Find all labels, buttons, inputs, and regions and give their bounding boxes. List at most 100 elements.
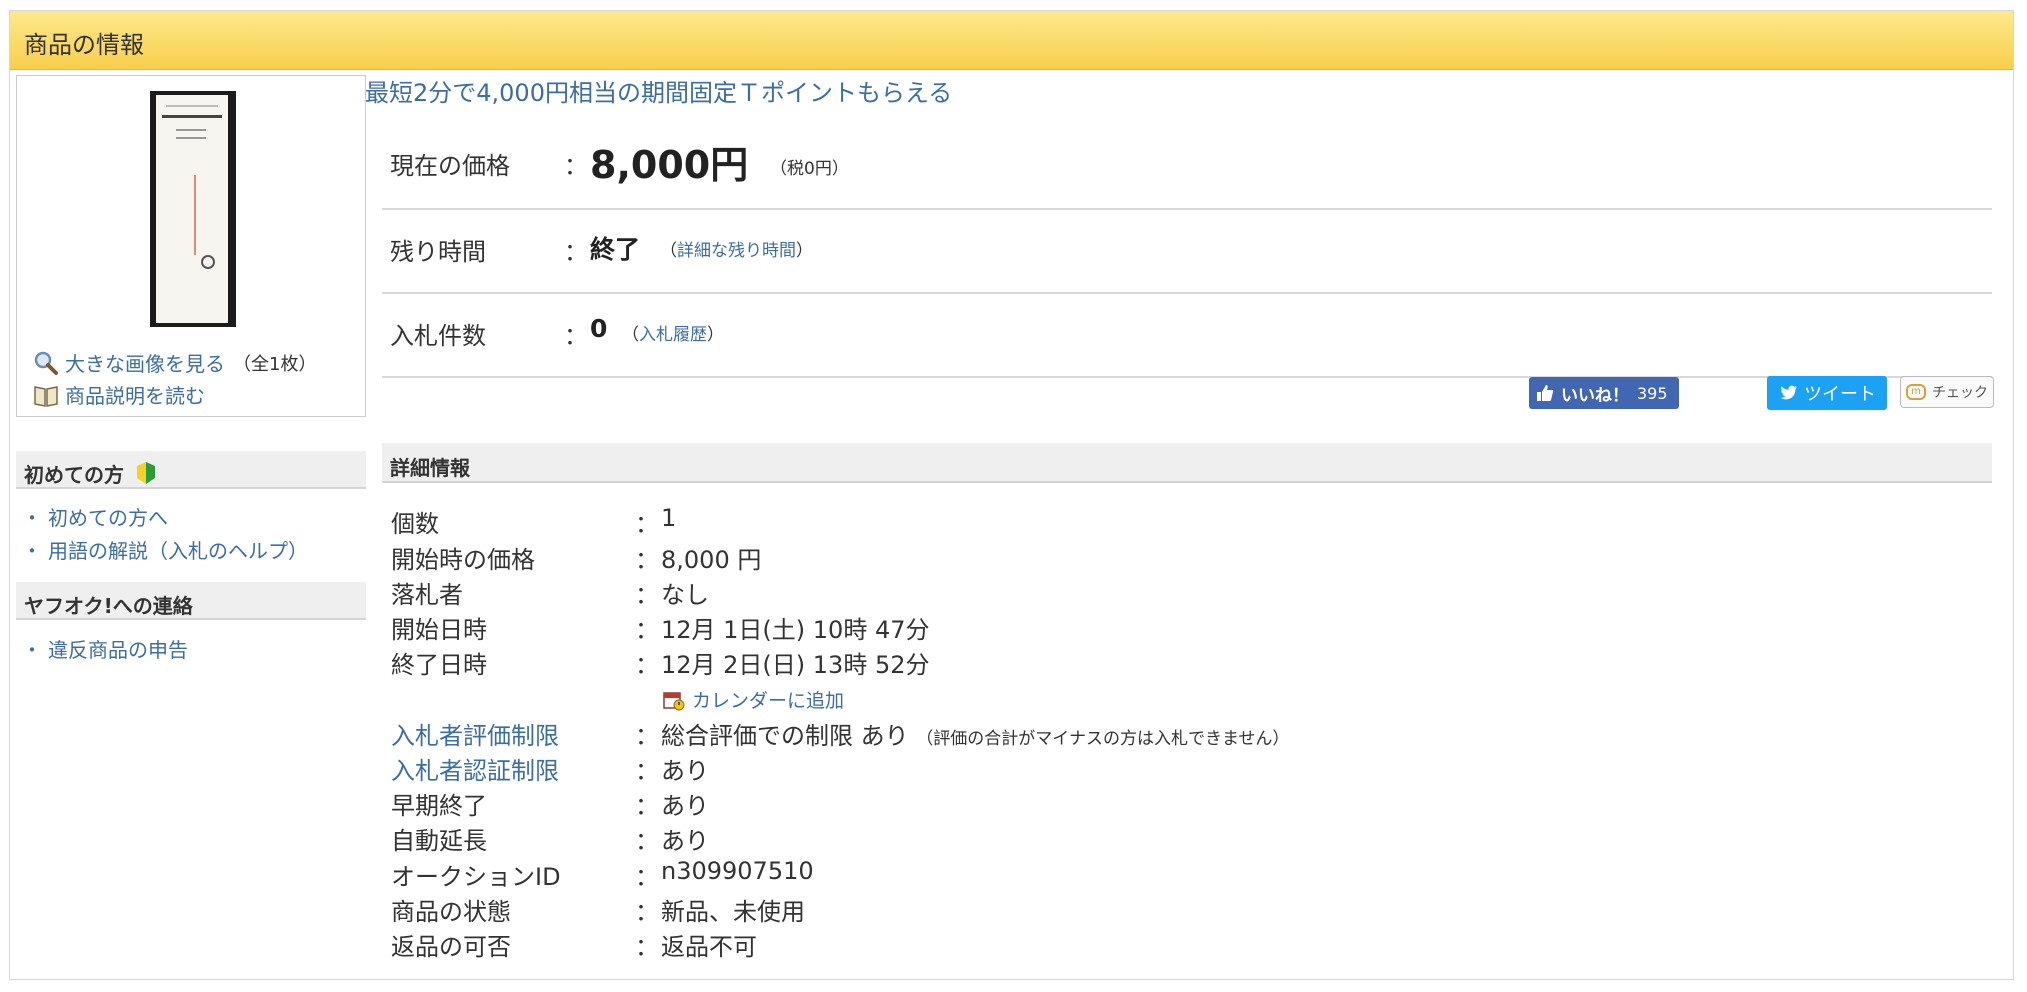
calendar-icon [663,691,685,710]
like-count: 395 [1637,383,1668,403]
colon: ： [635,510,659,538]
colon: ： [564,152,588,180]
colon: ： [635,827,659,855]
paren-open: （ [660,241,677,261]
paren-close: ） [796,241,813,261]
price-label: 現在の価格 [390,152,510,180]
paren-open: （ [622,325,639,345]
detail-value: 返品不可 [661,933,757,961]
thumbs-up-icon [1537,385,1554,401]
detail-row-quantity: 個数 ： 1 [391,504,1991,538]
detail-value: 総合評価での制限 あり [661,722,909,750]
detail-value: n309907510 [661,857,814,885]
check-label: チェック [1932,385,1988,401]
detail-value: 12月 2日(日) 13時 52分 [661,651,930,679]
detail-row-auto-extend: 自動延長 ： あり [391,821,1991,855]
rating-limit-help-link[interactable]: 入札者評価制限 [391,716,559,751]
details-heading: 詳細情報 [382,443,1992,483]
detail-row-auth-limit: 入札者認証制限 ： あり [391,751,1991,785]
sidebar-item-label: 用語の解説（入札のヘルプ） [48,539,308,563]
like-label: いいね！ [1561,385,1629,406]
panel-title: 商品の情報 [24,31,144,59]
tax-amount: （税0円） [770,159,849,179]
sidebar-heading-beginner: 初めての方 [16,451,366,489]
contact-heading-text: ヤフオク!への連絡 [24,594,193,618]
detailed-time-left-link[interactable]: 詳細な残り時間 [677,241,796,261]
sidebar-heading-contact: ヤフオク!への連絡 [16,582,366,620]
detail-row-condition: 商品の状態 ： 新品、未使用 [391,892,1991,926]
detail-row-early-end: 早期終了 ： あり [391,786,1991,820]
detail-row-returns: 返品の可否 ： 返品不可 [391,927,1991,961]
detail-key: オークションID [391,863,561,891]
detail-value: 新品、未使用 [661,898,805,926]
colon: ： [635,581,659,609]
mixi-icon: m [1906,384,1926,400]
detail-row-winner: 落札者 ： なし [391,575,1991,609]
add-to-calendar-link[interactable]: カレンダーに追加 [662,686,844,713]
read-description-link[interactable]: 商品説明を読む [33,380,205,409]
tpoint-promo-link[interactable]: 最短2分で4,000円相当の期間固定Ｔポイントもらえる [365,73,952,108]
read-description-label: 商品説明を読む [65,384,205,408]
detail-key: 個数 [391,510,439,538]
mixi-check-button[interactable]: m チェック [1900,376,1994,408]
detail-key: 落札者 [391,581,463,609]
detail-value: あり [661,827,709,855]
detail-key: 開始時の価格 [391,546,535,574]
sidebar-item-beginner-guide[interactable]: ・初めての方へ [22,502,168,531]
colon: ： [564,238,588,266]
view-large-image-link[interactable]: 大きな画像を見る （全1枚） [33,348,316,377]
colon: ： [635,792,659,820]
beginner-heading-text: 初めての方 [24,463,124,487]
bid-count-row: 入札件数 ： 0 （入札履歴） [382,292,1992,378]
colon: ： [635,933,659,961]
current-price: 8,000円 [590,143,749,187]
bid-history-link[interactable]: 入札履歴 [639,325,707,345]
colon: ： [635,546,659,574]
detail-row-end-time: 終了日時 ： 12月 2日(日) 13時 52分 [391,645,1991,679]
sidebar-item-glossary[interactable]: ・用語の解説（入札のヘルプ） [22,535,308,564]
magnifier-icon [33,350,59,376]
detail-key: 商品の状態 [391,898,511,926]
price-row: 現在の価格 ： 8,000円 （税0円） [382,124,1992,210]
book-icon [33,382,59,408]
detail-value: なし [661,581,709,609]
detail-row-rating-limit: 入札者評価制限 ： 総合評価での制限 あり （評価の合計がマイナスの方は入札でき… [391,716,1991,750]
details-heading-text: 詳細情報 [390,456,470,480]
detail-value-wrap: 総合評価での制限 あり （評価の合計がマイナスの方は入札できません） [661,716,1289,751]
image-count: （全1枚） [233,353,317,375]
tweet-button[interactable]: ツイート [1767,376,1887,410]
colon: ： [635,898,659,926]
time-left-label: 残り時間 [390,238,486,266]
colon: ： [635,757,659,785]
detail-row-auction-id: オークションID ： n309907510 [391,857,1991,891]
detail-value: 12月 1日(土) 10時 47分 [661,616,930,644]
colon: ： [635,863,659,891]
detail-key: 返品の可否 [391,933,511,961]
product-image-box: 大きな画像を見る （全1枚） 商品説明を読む [16,75,366,417]
beginner-mark-icon [136,462,155,484]
detail-row-start-price: 開始時の価格 ： 8,000 円 [391,540,1991,574]
detail-value: 1 [661,504,677,532]
facebook-like-button[interactable]: いいね！ 395 [1529,377,1679,409]
view-large-image-label: 大きな画像を見る [65,352,225,376]
detail-key: 早期終了 [391,792,487,820]
sidebar-item-label: 違反商品の申告 [48,638,188,662]
detail-value: あり [661,757,709,785]
time-left-row: 残り時間 ： 終了 （詳細な残り時間） [382,208,1992,294]
product-thumbnail[interactable] [150,91,236,327]
time-left-value: 終了 [590,235,641,264]
bid-count-value: 0 [590,314,608,343]
auth-limit-help-link[interactable]: 入札者認証制限 [391,751,559,786]
colon: ： [635,616,659,644]
colon: ： [564,322,588,350]
colon: ： [635,651,659,679]
add-to-calendar-label: カレンダーに追加 [692,690,845,712]
detail-key: 開始日時 [391,616,487,644]
detail-key: 終了日時 [391,651,487,679]
paren-close: ） [707,325,724,345]
detail-value: あり [661,792,709,820]
detail-value: 8,000 円 [661,546,762,574]
panel-header: 商品の情報 [10,11,2013,70]
detail-row-start-time: 開始日時 ： 12月 1日(土) 10時 47分 [391,610,1991,644]
sidebar-item-report-violation[interactable]: ・違反商品の申告 [22,634,188,663]
